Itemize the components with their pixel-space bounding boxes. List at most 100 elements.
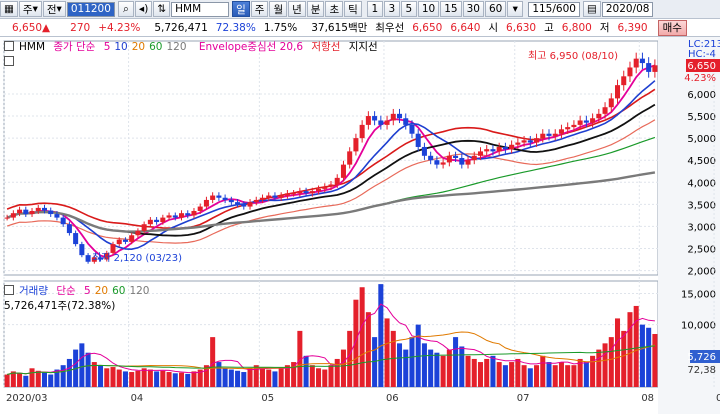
period-tab-6[interactable]: 틱	[344, 1, 362, 17]
candle-body	[490, 149, 496, 152]
prev-next-icon[interactable]: ⇅	[153, 1, 171, 17]
minute-tab-10[interactable]: 10	[417, 1, 440, 17]
volume-tick-label: 15,000	[681, 289, 716, 300]
period-tabs: 일주월년분초틱	[232, 1, 363, 17]
volume-bar	[477, 362, 483, 387]
jeon-button[interactable]: 전 ▾	[42, 1, 66, 17]
stock-name-field[interactable]: HMM	[171, 1, 230, 17]
candle-body	[303, 191, 309, 194]
code-type-select[interactable]: 주 ▾	[18, 1, 42, 17]
date-field[interactable]: 2020/08	[601, 1, 654, 17]
candle-body	[590, 118, 596, 123]
period-tab-2[interactable]: 월	[269, 1, 288, 17]
volume-bar	[596, 349, 602, 387]
candle-body	[147, 219, 153, 225]
candle-body	[228, 199, 234, 203]
minute-dropdown[interactable]: ▾	[507, 1, 524, 17]
stock-code-input[interactable]: 011200	[66, 1, 115, 17]
volume-bar	[440, 355, 446, 387]
calendar-icon[interactable]: ▤	[582, 1, 601, 17]
menu-icon[interactable]: ▦	[0, 1, 18, 17]
minute-tab-1[interactable]: 1	[366, 1, 383, 17]
period-tab-3[interactable]: 년	[288, 1, 306, 17]
period-tab-0[interactable]: 일	[232, 1, 250, 17]
volume-ma-5: 5	[84, 285, 91, 297]
volume-bar	[160, 370, 166, 387]
volume-bar	[322, 369, 328, 387]
volume-bar	[515, 358, 521, 387]
minute-tab-5[interactable]: 5	[400, 1, 417, 17]
volume-bar	[116, 369, 122, 387]
volume-bar	[465, 355, 471, 387]
volume-value: 5,726,471	[154, 21, 208, 34]
candle-body	[166, 215, 172, 218]
candle-body	[428, 155, 434, 161]
volume-bar	[129, 372, 135, 387]
candle-body	[459, 158, 465, 165]
volume-legend: 거래량 단순 5 20 60 120 5,726,471주(72.38%)	[4, 283, 158, 313]
trade-amount: 37,615백만	[311, 22, 368, 34]
high-price: 6,800	[561, 21, 592, 34]
chart-settings-icon[interactable]	[4, 55, 17, 68]
minute-tab-15[interactable]: 15	[440, 1, 462, 17]
volume-bar	[378, 284, 384, 387]
candle-body	[565, 127, 571, 130]
x-tick-label: 04	[131, 393, 144, 404]
search-icon[interactable]: ⌕	[117, 1, 134, 17]
volume-bar	[210, 337, 216, 387]
volume-bar	[490, 355, 496, 387]
candle-body	[608, 98, 614, 108]
last-volume-label: 5,726	[687, 352, 716, 363]
minute-tab-3[interactable]: 3	[383, 1, 400, 17]
period-tab-4[interactable]: 분	[306, 1, 325, 17]
candle-body	[372, 116, 378, 121]
chart-area[interactable]: 6,000 5,500 5,000 4,500 4,000 3,500 3,000 2,500…	[0, 37, 720, 414]
volume-bar	[79, 343, 85, 387]
volume-bar	[527, 368, 533, 387]
volume-checkbox-icon[interactable]	[4, 285, 14, 295]
candle-body	[577, 120, 583, 125]
volume-ratio: 72.38%	[215, 21, 256, 34]
buy-order-button[interactable]: 매수	[657, 19, 687, 36]
last-pct-label: 4.23%	[684, 73, 716, 84]
candle-body	[646, 63, 652, 72]
period-tab-1[interactable]: 주	[250, 1, 269, 17]
candle-body	[23, 209, 29, 215]
period-tab-5[interactable]: 초	[325, 1, 344, 17]
legend-ma-periods: 5 10 20 60 120	[104, 41, 191, 53]
candle-body	[421, 146, 427, 156]
candle-body	[235, 202, 241, 205]
candle-body	[558, 129, 564, 134]
volume-bar	[66, 358, 72, 387]
volume-bar	[471, 358, 477, 387]
volume-bar	[60, 365, 66, 387]
candle-body	[185, 213, 191, 216]
current-price: 6,650▲	[12, 21, 51, 34]
volume-bar	[353, 299, 359, 387]
candle-body	[216, 195, 222, 198]
speaker-icon[interactable]: ◂)	[134, 1, 153, 17]
candle-body	[477, 151, 483, 156]
volume-bar	[278, 368, 284, 387]
minute-tab-30[interactable]: 30	[462, 1, 484, 17]
volume-bar	[141, 368, 147, 387]
volume-bar	[646, 327, 652, 387]
price-tick-label: 4,500	[687, 156, 716, 167]
price-tick-label: 5,000	[687, 134, 716, 145]
low-label: 저	[599, 22, 610, 34]
minute-tab-60[interactable]: 60	[484, 1, 507, 17]
code-type-label: 주	[22, 3, 33, 16]
low-price: 6,390	[617, 21, 648, 34]
candle-body	[602, 107, 608, 114]
candle-body	[384, 120, 390, 125]
price-volume-chart[interactable]: 6,000 5,500 5,000 4,500 4,000 3,500 3,000 2,500…	[0, 37, 720, 414]
volume-bar	[509, 362, 515, 387]
legend-ma-10: 10	[114, 41, 128, 53]
volume-bar	[565, 365, 571, 387]
volume-bar	[135, 370, 141, 387]
volume-bar	[484, 358, 490, 387]
count-field[interactable]: 115/600	[528, 1, 580, 17]
legend-checkbox-icon[interactable]	[4, 41, 14, 51]
candle-body	[465, 160, 471, 165]
volume-bar	[154, 371, 160, 387]
